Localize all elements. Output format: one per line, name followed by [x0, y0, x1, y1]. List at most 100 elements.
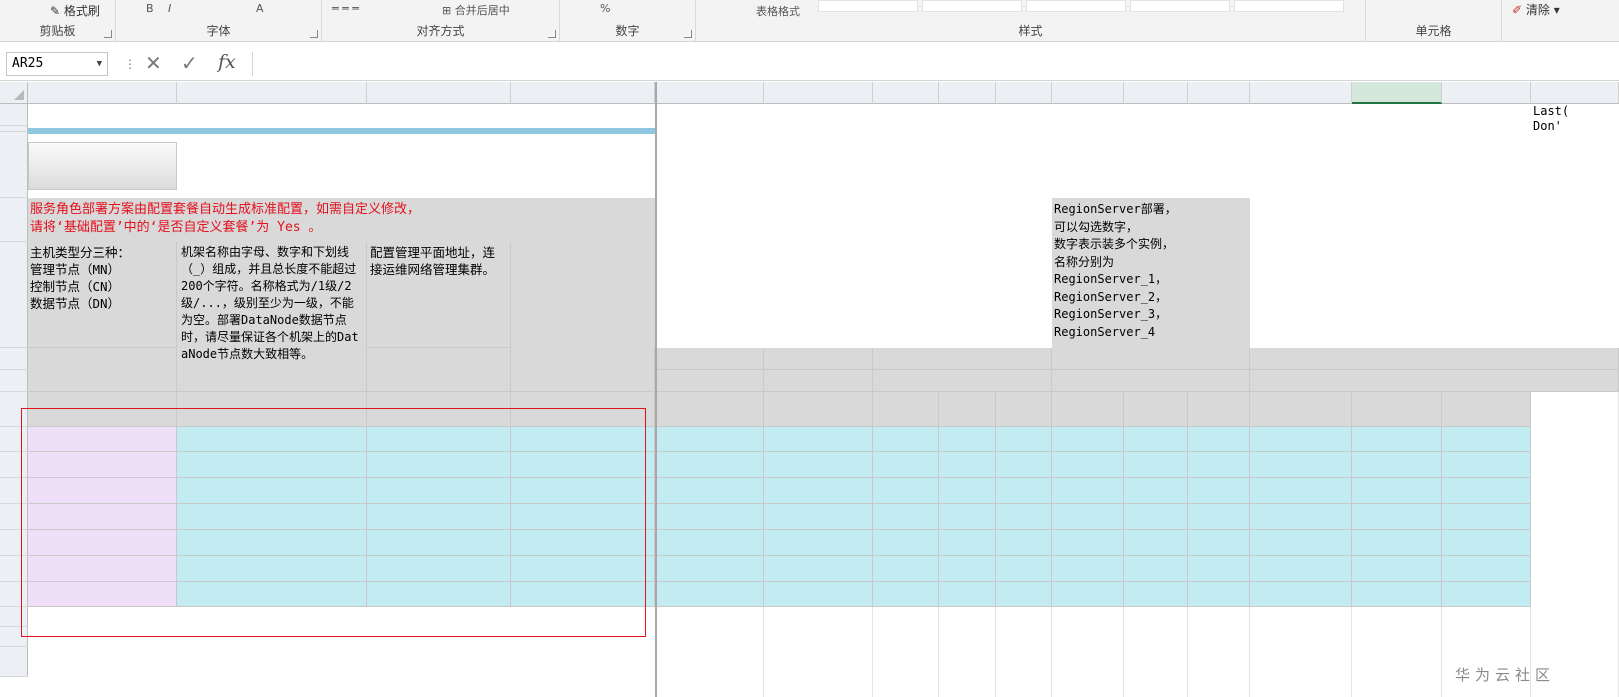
- row-header-19[interactable]: [0, 647, 28, 677]
- mgmt-ip-cell[interactable]: [367, 452, 511, 478]
- next-step-button[interactable]: [28, 142, 177, 190]
- role-cell-jobhistory2x[interactable]: [1352, 478, 1442, 504]
- mgmt-ip-cell[interactable]: [367, 427, 511, 452]
- rack-name-cell[interactable]: [177, 556, 367, 582]
- role-cell-hiveserver[interactable]: [996, 478, 1052, 504]
- column-header-u[interactable]: [655, 82, 764, 104]
- enter-icon[interactable]: ✓: [181, 51, 198, 75]
- align-icon[interactable]: ═ ═ ═: [332, 2, 359, 15]
- role-cell-regionserver[interactable]: [1124, 427, 1188, 452]
- role-cell-regionserver[interactable]: [1124, 582, 1188, 607]
- role-cell-jdbcserver2x[interactable]: [1250, 504, 1352, 530]
- rack-name-cell[interactable]: [177, 504, 367, 530]
- role-cell-jobhistory2x[interactable]: [1352, 530, 1442, 556]
- role-cell-loaderserver[interactable]: [764, 427, 873, 452]
- tab-basic-config[interactable]: [52, 110, 172, 130]
- row-header-4[interactable]: [0, 132, 28, 198]
- role-cell-jobhistory2x[interactable]: [1352, 556, 1442, 582]
- italic-icon[interactable]: I: [168, 2, 171, 15]
- role-cell-thriftserver[interactable]: [1188, 556, 1250, 582]
- role-cell-hmaster[interactable]: [1052, 582, 1124, 607]
- column-header-ad[interactable]: [996, 82, 1052, 104]
- rack-name-cell[interactable]: [177, 452, 367, 478]
- role-cell-jdbcserver2x[interactable]: [1250, 452, 1352, 478]
- role-cell-sparkresource2x[interactable]: [1442, 427, 1531, 452]
- column-header-ab[interactable]: [873, 82, 939, 104]
- role-cell-regionserver[interactable]: [1124, 504, 1188, 530]
- biz-ip-cell[interactable]: [511, 556, 655, 582]
- row-header-13[interactable]: [0, 504, 28, 530]
- row-header-8[interactable]: [0, 370, 28, 392]
- row-header-11[interactable]: [0, 452, 28, 478]
- role-cell-metastore[interactable]: [873, 582, 939, 607]
- role-cell-hmaster[interactable]: [1052, 530, 1124, 556]
- column-header-af[interactable]: [1124, 82, 1188, 104]
- column-header-b[interactable]: [177, 82, 367, 104]
- column-header-ae[interactable]: [1052, 82, 1124, 104]
- role-cell-hiveserver[interactable]: [996, 504, 1052, 530]
- select-all-button[interactable]: [0, 82, 28, 104]
- clipboard-launcher-icon[interactable]: [104, 30, 112, 38]
- role-cell-loaderserver[interactable]: [764, 504, 873, 530]
- alignment-launcher-icon[interactable]: [548, 30, 556, 38]
- role-cell-jdbcserver2x[interactable]: [1250, 582, 1352, 607]
- role-cell-jdbcserver2x[interactable]: [1250, 530, 1352, 556]
- role-cell-regionserver[interactable]: [1124, 478, 1188, 504]
- role-cell-sparkresource2x[interactable]: [1442, 582, 1531, 607]
- role-cell-webhcat[interactable]: [939, 530, 996, 556]
- rack-name-cell[interactable]: [177, 582, 367, 607]
- role-cell-dbserver[interactable]: [655, 504, 764, 530]
- cell-style-5[interactable]: [1234, 0, 1344, 12]
- role-cell-regionserver[interactable]: [1124, 452, 1188, 478]
- tab-dependencies[interactable]: [300, 110, 450, 130]
- role-cell-webhcat[interactable]: [939, 478, 996, 504]
- role-cell-jobhistory2x[interactable]: [1352, 452, 1442, 478]
- row-header-6[interactable]: [0, 242, 28, 348]
- cell-style-2[interactable]: [922, 0, 1022, 12]
- mgmt-ip-cell[interactable]: [367, 504, 511, 530]
- role-cell-thriftserver[interactable]: [1188, 452, 1250, 478]
- name-box[interactable]: AR25 ▼: [6, 52, 108, 76]
- row-header-14[interactable]: [0, 530, 28, 556]
- row-header-17[interactable]: [0, 607, 28, 627]
- biz-ip-cell[interactable]: [511, 427, 655, 452]
- role-cell-loaderserver[interactable]: [764, 556, 873, 582]
- row-header-15[interactable]: [0, 556, 28, 582]
- role-cell-metastore[interactable]: [873, 530, 939, 556]
- role-cell-hiveserver[interactable]: [996, 530, 1052, 556]
- role-cell-loaderserver[interactable]: [764, 582, 873, 607]
- row-header-18[interactable]: [0, 627, 28, 647]
- role-cell-thriftserver[interactable]: [1188, 478, 1250, 504]
- biz-ip-cell[interactable]: [511, 530, 655, 556]
- role-cell-dbserver[interactable]: [655, 452, 764, 478]
- cancel-icon[interactable]: ✕: [145, 51, 162, 75]
- column-header-aq[interactable]: [1250, 82, 1352, 104]
- role-cell-sparkresource2x[interactable]: [1442, 504, 1531, 530]
- role-cell-thriftserver[interactable]: [1188, 427, 1250, 452]
- role-cell-metastore[interactable]: [873, 478, 939, 504]
- biz-ip-cell[interactable]: [511, 452, 655, 478]
- biz-ip-cell[interactable]: [511, 582, 655, 607]
- role-cell-hiveserver[interactable]: [996, 427, 1052, 452]
- role-cell-hmaster[interactable]: [1052, 556, 1124, 582]
- host-type-cell[interactable]: [28, 427, 177, 452]
- role-cell-hmaster[interactable]: [1052, 452, 1124, 478]
- row-header-12[interactable]: [0, 478, 28, 504]
- role-cell-jobhistory2x[interactable]: [1352, 582, 1442, 607]
- role-cell-webhcat[interactable]: [939, 504, 996, 530]
- mgmt-ip-cell[interactable]: [367, 478, 511, 504]
- role-cell-thriftserver[interactable]: [1188, 530, 1250, 556]
- cell-style-1[interactable]: [818, 0, 918, 12]
- role-cell-hiveserver[interactable]: [996, 452, 1052, 478]
- role-cell-metastore[interactable]: [873, 427, 939, 452]
- role-cell-jdbcserver2x[interactable]: [1250, 427, 1352, 452]
- host-type-cell[interactable]: [28, 452, 177, 478]
- column-header-c-2[interactable]: [1531, 82, 1619, 104]
- role-cell-regionserver[interactable]: [1124, 530, 1188, 556]
- host-type-cell[interactable]: [28, 504, 177, 530]
- tab-ip-planning[interactable]: [480, 110, 650, 130]
- role-cell-sparkresource2x[interactable]: [1442, 530, 1531, 556]
- role-cell-loaderserver[interactable]: [764, 452, 873, 478]
- rack-name-cell[interactable]: [177, 478, 367, 504]
- role-cell-loaderserver[interactable]: [764, 530, 873, 556]
